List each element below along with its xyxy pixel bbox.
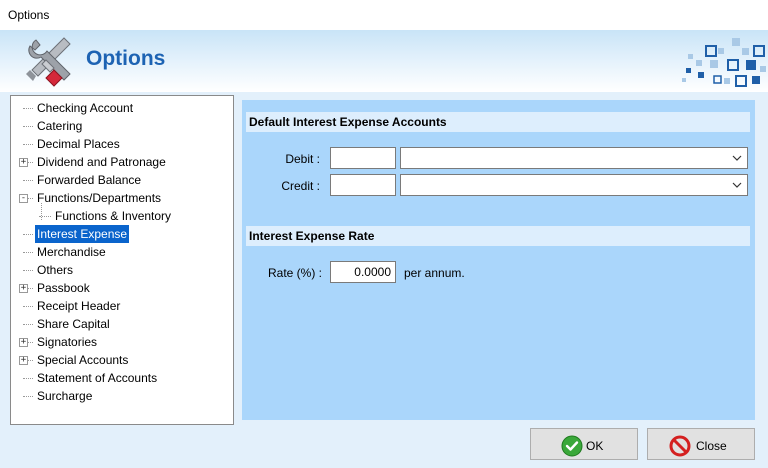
tree-item[interactable]: Statement of Accounts (35, 369, 159, 387)
tree-item-label: Functions & Inventory (55, 209, 172, 223)
tree-connector (23, 252, 33, 253)
tree-item-label: Passbook (37, 281, 90, 295)
close-button[interactable]: Close (647, 428, 755, 460)
tree-item-label: Dividend and Patronage (37, 155, 166, 169)
chevron-down-icon (732, 182, 742, 188)
tree-item-label: Share Capital (37, 317, 110, 331)
options-header: Options (0, 30, 768, 92)
tree-item[interactable]: Others (35, 261, 75, 279)
rate-suffix: per annum. (404, 266, 465, 280)
debit-label: Debit : (285, 152, 320, 166)
tree-item-label: Interest Expense (35, 225, 130, 243)
credit-account-dropdown[interactable] (400, 174, 748, 196)
tree-item[interactable]: Receipt Header (35, 297, 122, 315)
tree-connector (23, 270, 33, 271)
ok-label: OK (586, 439, 604, 453)
tree-connector (23, 306, 33, 307)
tree-connector (23, 108, 33, 109)
tree-connector (23, 180, 33, 181)
credit-code-field[interactable] (330, 174, 396, 196)
expand-icon[interactable]: + (19, 338, 28, 347)
no-entry-icon (669, 435, 691, 457)
debit-account-dropdown[interactable] (400, 147, 748, 169)
rate-field[interactable]: 0.0000 (330, 261, 396, 283)
tree-item[interactable]: Decimal Places (35, 135, 122, 153)
expand-icon[interactable]: + (19, 158, 28, 167)
tree-connector (23, 324, 33, 325)
rate-section-title: Interest Expense Rate (246, 226, 750, 246)
tree-item[interactable]: Checking Account (35, 99, 135, 117)
tree-item[interactable]: Catering (35, 117, 84, 135)
decorative-squares (682, 38, 766, 87)
tree-item-label: Surcharge (37, 389, 93, 403)
ok-button[interactable]: OK (530, 428, 638, 460)
tree-item[interactable]: Passbook (35, 279, 92, 297)
page-title: Options (86, 47, 166, 70)
debit-code-field[interactable] (330, 147, 396, 169)
tree-item-label: Functions/Departments (37, 191, 162, 205)
options-tree[interactable]: Checking Account Catering Decimal Places Di… (10, 95, 234, 425)
tree-item[interactable]: Special Accounts (35, 351, 130, 369)
tree-item[interactable]: Surcharge (35, 387, 94, 405)
tree-item[interactable]: Forwarded Balance (35, 171, 143, 189)
tree-item-label: Checking Account (37, 101, 134, 115)
tree-item[interactable]: Merchandise (35, 243, 108, 261)
tree-item-label: Catering (37, 119, 83, 133)
tree-connector (23, 378, 33, 379)
chevron-down-icon (732, 155, 742, 161)
tree-item-label: Special Accounts (37, 353, 129, 367)
collapse-icon[interactable]: - (19, 194, 28, 203)
tree-item-label: Forwarded Balance (37, 173, 142, 187)
tools-icon (26, 37, 71, 87)
tree-connector (23, 234, 33, 235)
tree-item[interactable]: Interest Expense (35, 225, 130, 243)
tree-item[interactable]: Functions/Departments (35, 189, 163, 207)
options-content: Checking Account Catering Decimal Places Di… (0, 92, 768, 468)
tree-connector (23, 396, 33, 397)
tree-item[interactable]: Signatories (35, 333, 99, 351)
close-label: Close (696, 439, 727, 453)
credit-label: Credit : (281, 179, 320, 193)
tree-connector (23, 126, 33, 127)
check-icon (561, 435, 583, 457)
tree-item[interactable]: Functions & Inventory (53, 207, 173, 225)
tree-item[interactable]: Dividend and Patronage (35, 153, 168, 171)
window-titlebar: Options (0, 0, 768, 30)
expand-icon[interactable]: + (19, 284, 28, 293)
window-title: Options (8, 8, 50, 22)
tree-item-label: Merchandise (37, 245, 106, 259)
tree-item-label: Receipt Header (37, 299, 121, 313)
accounts-section-title: Default Interest Expense Accounts (246, 112, 750, 132)
interest-expense-panel: Default Interest Expense Accounts Debit … (242, 100, 755, 420)
tree-item-label: Signatories (37, 335, 98, 349)
tree-connector (23, 144, 33, 145)
tree-item[interactable]: Share Capital (35, 315, 112, 333)
tree-item-label: Statement of Accounts (37, 371, 158, 385)
tree-connector (41, 203, 42, 220)
rate-label: Rate (%) : (267, 266, 322, 280)
expand-icon[interactable]: + (19, 356, 28, 365)
tree-item-label: Decimal Places (37, 137, 120, 151)
tree-item-label: Others (37, 263, 74, 277)
